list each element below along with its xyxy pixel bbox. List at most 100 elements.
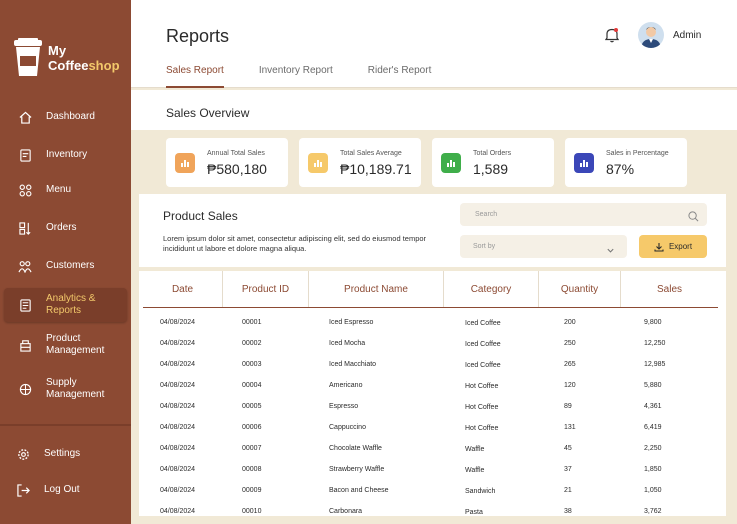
- bar-chart-icon: [175, 153, 195, 173]
- cell-quantity: 120: [564, 382, 576, 389]
- column-header-sales[interactable]: Sales: [621, 271, 718, 308]
- cell-date: 04/08/2024: [160, 508, 196, 515]
- cell-product-name: Carbonara: [329, 508, 363, 515]
- product-icon: [18, 338, 32, 352]
- cell-date: 04/08/2024: [160, 403, 196, 410]
- cell-category: Waffle: [465, 467, 485, 474]
- cell-date: 04/08/2024: [160, 424, 196, 431]
- bell-icon[interactable]: [604, 27, 620, 48]
- reports-icon: [18, 298, 32, 312]
- cell-product-name: Espresso: [329, 403, 359, 410]
- cell-date: 04/08/2024: [160, 487, 196, 494]
- stat-value: 1,589: [473, 161, 509, 177]
- column-header-product-name[interactable]: Product Name: [309, 271, 444, 308]
- cell-sales: 12,250: [644, 340, 666, 347]
- brand-name: My Coffeeshop: [48, 43, 120, 73]
- cell-category: Iced Coffee: [465, 362, 501, 369]
- column-header-product-id[interactable]: Product ID: [223, 271, 309, 308]
- sidebar-item-dashboard[interactable]: Dashboard: [4, 100, 127, 134]
- search-input[interactable]: Search: [460, 203, 707, 226]
- cell-product-id: 00005: [242, 403, 262, 410]
- logout-icon: [16, 483, 30, 497]
- sidebar-item-label: Inventory: [46, 149, 88, 160]
- sidebar-item-settings[interactable]: Settings: [4, 437, 127, 471]
- cell-product-id: 00003: [242, 361, 262, 368]
- cell-quantity: 45: [564, 445, 572, 452]
- search-placeholder: Search: [475, 211, 498, 218]
- sidebar-item-menu[interactable]: Menu: [4, 173, 127, 207]
- sidebar: My Coffeeshop Dashboard Inventory Menu O…: [0, 0, 131, 524]
- sidebar-item-label: Menu: [46, 184, 72, 195]
- cell-category: Pasta: [465, 509, 483, 516]
- tab-riders-report[interactable]: Rider's Report: [368, 65, 432, 88]
- sidebar-divider: [0, 424, 131, 426]
- export-label: Export: [668, 242, 693, 251]
- bar-chart-icon: [441, 153, 461, 173]
- page-title: Reports: [166, 26, 230, 46]
- gear-icon: [16, 447, 30, 461]
- header: Reports Sales Report Inventory Report Ri…: [131, 0, 737, 88]
- stat-label: Sales in Percentage: [606, 150, 669, 157]
- export-button[interactable]: Export: [639, 235, 707, 258]
- cell-product-name: Iced Macchiato: [329, 361, 377, 368]
- sidebar-item-orders[interactable]: Orders: [4, 211, 127, 245]
- cell-date: 04/08/2024: [160, 340, 196, 347]
- stat-label: Annual Total Sales: [207, 150, 265, 157]
- brand-logo[interactable]: My Coffeeshop: [14, 38, 120, 78]
- cell-sales: 2,250: [644, 445, 662, 452]
- cell-product-id: 00001: [242, 319, 262, 326]
- stat-label: Total Orders: [473, 150, 512, 157]
- stat-value: ₱580,180: [207, 161, 267, 177]
- tab-sales-report[interactable]: Sales Report: [166, 65, 224, 88]
- cell-quantity: 250: [564, 340, 576, 347]
- stat-card-total-orders: Total Orders 1,589: [432, 138, 554, 187]
- sidebar-item-inventory[interactable]: Inventory: [4, 138, 127, 172]
- bar-chart-icon: [308, 153, 328, 173]
- sidebar-item-supply-management[interactable]: Supply Management: [4, 372, 127, 406]
- stat-card-total-sales-average: Total Sales Average ₱10,189.71: [299, 138, 421, 187]
- cell-product-name: Chocolate Waffle: [329, 445, 382, 452]
- sidebar-item-product-management[interactable]: Product Management: [4, 328, 127, 362]
- cell-category: Hot Coffee: [465, 425, 499, 432]
- cell-product-name: Strawberry Waffle: [329, 466, 385, 473]
- cell-product-id: 00008: [242, 466, 262, 473]
- cell-product-name: Cappuccino: [329, 424, 366, 431]
- cell-product-id: 00004: [242, 382, 262, 389]
- cell-category: Sandwich: [465, 488, 496, 495]
- cell-date: 04/08/2024: [160, 382, 196, 389]
- cell-sales: 3,762: [644, 508, 662, 515]
- sidebar-item-logout[interactable]: Log Out: [4, 473, 127, 507]
- cell-sales: 1,850: [644, 466, 662, 473]
- column-header-quantity[interactable]: Quantity: [539, 271, 621, 308]
- tab-inventory-report[interactable]: Inventory Report: [259, 65, 333, 88]
- sidebar-item-label: Analytics & Reports: [46, 293, 96, 316]
- cell-quantity: 131: [564, 424, 576, 431]
- cell-quantity: 200: [564, 319, 576, 326]
- cell-product-id: 00006: [242, 424, 262, 431]
- sidebar-item-label: Product Management: [46, 333, 105, 356]
- sidebar-item-label: Orders: [46, 222, 77, 233]
- menu-grid-icon: [18, 183, 32, 197]
- inventory-icon: [18, 148, 32, 162]
- avatar[interactable]: [638, 22, 664, 48]
- cell-date: 04/08/2024: [160, 466, 196, 473]
- sidebar-item-label: Customers: [46, 260, 95, 271]
- cell-sales: 4,361: [644, 403, 662, 410]
- sidebar-item-analytics-reports[interactable]: Analytics & Reports: [4, 288, 127, 322]
- column-header-category[interactable]: Category: [444, 271, 539, 308]
- cell-date: 04/08/2024: [160, 445, 196, 452]
- stat-value: ₱10,189.71: [340, 161, 412, 177]
- sort-dropdown[interactable]: Sort by: [460, 235, 627, 258]
- cell-product-id: 00007: [242, 445, 262, 452]
- download-icon: [654, 242, 664, 252]
- column-header-date[interactable]: Date: [143, 271, 223, 308]
- sales-table: Date Product ID Product Name Category Qu…: [139, 271, 726, 516]
- user-name[interactable]: Admin: [673, 30, 701, 41]
- supply-icon: [18, 382, 32, 396]
- search-icon[interactable]: [688, 209, 699, 227]
- cell-sales: 6,419: [644, 424, 662, 431]
- cell-quantity: 89: [564, 403, 572, 410]
- sidebar-item-customers[interactable]: Customers: [4, 249, 127, 283]
- cell-category: Hot Coffee: [465, 383, 499, 390]
- report-tabs: Sales Report Inventory Report Rider's Re…: [166, 65, 466, 88]
